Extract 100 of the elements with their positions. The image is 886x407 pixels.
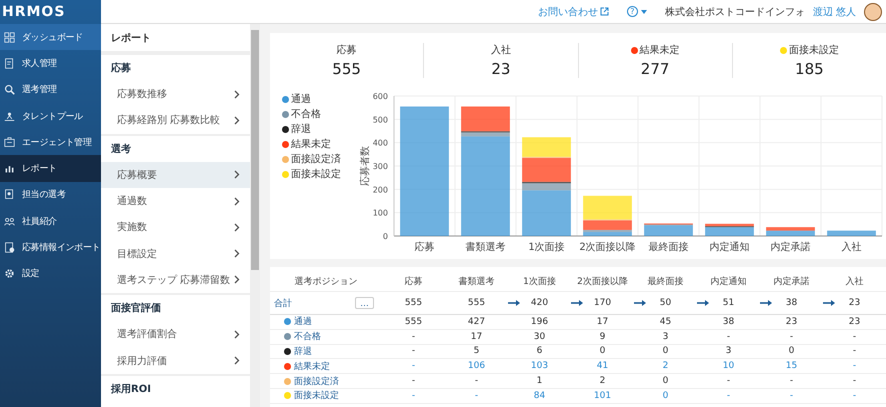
nav-icon bbox=[4, 189, 15, 200]
bar-segment bbox=[827, 230, 876, 236]
chevron-right-icon bbox=[234, 275, 240, 284]
table-cell-text: 555 bbox=[404, 298, 424, 308]
legend-label: 結果未定 bbox=[291, 138, 331, 151]
sidebar-item[interactable]: 求人管理 bbox=[0, 50, 101, 77]
stat-label: 入社 bbox=[490, 44, 511, 57]
table-cell-text: 23 bbox=[784, 316, 798, 327]
company-name: 株式会社ポストコードインフォ bbox=[664, 6, 805, 18]
submenu-item[interactable]: 実施数 bbox=[101, 214, 250, 240]
table-cell-text: 555 bbox=[404, 316, 424, 327]
table-cell[interactable]: 41 bbox=[587, 361, 618, 372]
submenu-item[interactable]: 応募経路別 応募数比較 bbox=[101, 107, 250, 134]
table-cell-text: 0 bbox=[662, 376, 670, 386]
table-cell-text: 45 bbox=[658, 316, 672, 327]
submenu-item[interactable]: 通過数 bbox=[101, 188, 250, 214]
sidebar-item[interactable]: タレントプール bbox=[0, 102, 101, 130]
table-cell[interactable]: - bbox=[398, 361, 429, 372]
table-cell-text: 555 bbox=[466, 298, 486, 308]
column-header: 1次面接 bbox=[522, 276, 557, 288]
sidebar-item[interactable]: 設定 bbox=[0, 260, 101, 287]
y-tick-label: 300 bbox=[372, 162, 388, 171]
stat-value: 277 bbox=[640, 60, 670, 78]
stat-value: 185 bbox=[795, 60, 824, 78]
sidebar-item[interactable]: 担当の選考 bbox=[0, 182, 101, 208]
table-cell[interactable]: 10 bbox=[713, 361, 744, 372]
submenu-item[interactable]: 応募概要 bbox=[101, 162, 250, 188]
column-header: 内定通知 bbox=[710, 276, 748, 288]
chevron-right-icon bbox=[234, 222, 240, 232]
row-label: 面接未設定 bbox=[294, 390, 339, 402]
table-cell-text: 420 bbox=[530, 298, 550, 308]
submenu-item[interactable]: 選考ステップ 応募滞留数 bbox=[101, 266, 250, 294]
sidebar-item[interactable]: レポート bbox=[0, 155, 101, 182]
table-cell-text: 23 bbox=[848, 298, 862, 308]
table-cell-text: - bbox=[788, 332, 794, 342]
table-cell-text: - bbox=[788, 376, 794, 386]
table-cell[interactable]: - bbox=[776, 390, 807, 401]
table-cell[interactable]: 106 bbox=[461, 361, 492, 372]
sidebar-item[interactable]: ダッシュボード bbox=[0, 24, 101, 50]
table-cell[interactable]: - bbox=[839, 361, 870, 372]
scrollbar[interactable] bbox=[250, 24, 260, 407]
table-cell-text: - bbox=[726, 376, 732, 386]
table-cell[interactable]: 0 bbox=[650, 390, 681, 401]
table-cell[interactable]: 103 bbox=[524, 361, 555, 372]
table-cell[interactable]: 15 bbox=[776, 361, 807, 372]
nav-icon bbox=[4, 268, 15, 280]
table-cell-text: 5 bbox=[472, 346, 480, 356]
legend-label: 面接設定済 bbox=[291, 152, 341, 166]
stat-label: 応募 bbox=[336, 44, 357, 57]
user-name[interactable]: 渡辺 悠人 bbox=[812, 4, 856, 18]
sidebar-item[interactable]: 応募情報インポート bbox=[0, 234, 101, 261]
table-cell-text: - bbox=[410, 346, 416, 356]
more-button[interactable]: … bbox=[355, 297, 374, 309]
submenu-item[interactable]: 選考評価割合 bbox=[101, 321, 250, 348]
table-cell[interactable]: 101 bbox=[587, 390, 618, 401]
chevron-right-icon bbox=[234, 330, 240, 339]
table-cell[interactable]: - bbox=[839, 390, 870, 401]
legend-label: 通過 bbox=[291, 92, 311, 106]
sidebar-item[interactable]: エージェント管理 bbox=[0, 129, 101, 156]
chevron-right-icon bbox=[234, 356, 240, 366]
table-cell-text: 1 bbox=[536, 376, 544, 386]
table-cell[interactable]: - bbox=[713, 390, 744, 401]
y-tick-label: 200 bbox=[372, 185, 388, 194]
submenu-item[interactable]: 目標設定 bbox=[101, 240, 250, 267]
table-cell[interactable]: - bbox=[461, 390, 492, 401]
help-icon[interactable]: ? bbox=[626, 6, 638, 17]
table-cell-text: 170 bbox=[592, 298, 612, 308]
category-label: 最終面接 bbox=[648, 242, 688, 253]
nav-icon bbox=[4, 242, 15, 254]
table-cell-text: - bbox=[410, 332, 416, 342]
section-heading: 応募 bbox=[110, 61, 132, 76]
y-tick-label: 0 bbox=[382, 232, 388, 241]
nav-icon bbox=[4, 84, 15, 96]
contact-link[interactable]: お問い合わせ bbox=[538, 4, 598, 18]
nav-icon bbox=[4, 216, 15, 227]
column-header: 応募 bbox=[404, 276, 424, 288]
legend-label: 辞退 bbox=[291, 122, 311, 136]
sidebar-item[interactable]: 選考管理 bbox=[0, 76, 101, 103]
table-cell-text: 17 bbox=[596, 316, 610, 327]
column-header: 内定承諾 bbox=[772, 276, 810, 288]
table-cell-text: 3 bbox=[724, 346, 732, 356]
table-cell[interactable]: - bbox=[398, 390, 429, 401]
avatar-icon[interactable] bbox=[864, 2, 882, 20]
table-cell[interactable]: 84 bbox=[524, 390, 555, 401]
table-cell-text: - bbox=[474, 376, 480, 386]
column-header: 選考ポジション bbox=[294, 276, 358, 288]
chevron-right-icon bbox=[234, 249, 240, 258]
nav-icon bbox=[4, 136, 15, 148]
section-heading: 選考 bbox=[110, 142, 132, 157]
table-cell-text: 0 bbox=[662, 346, 670, 356]
table-cell-text: 38 bbox=[722, 316, 736, 327]
nav-icon bbox=[4, 32, 15, 43]
table-cell-text: 2 bbox=[598, 376, 606, 386]
submenu-item[interactable]: 採用力評価 bbox=[101, 347, 250, 374]
nav-icon bbox=[4, 110, 15, 122]
submenu-item[interactable]: 応募数推移 bbox=[101, 81, 250, 108]
sidebar-item[interactable]: 社員紹介 bbox=[0, 208, 101, 234]
table-cell[interactable]: 2 bbox=[650, 361, 681, 372]
table-cell-text: 9 bbox=[598, 332, 606, 342]
table-cell-text: 6 bbox=[536, 346, 544, 356]
